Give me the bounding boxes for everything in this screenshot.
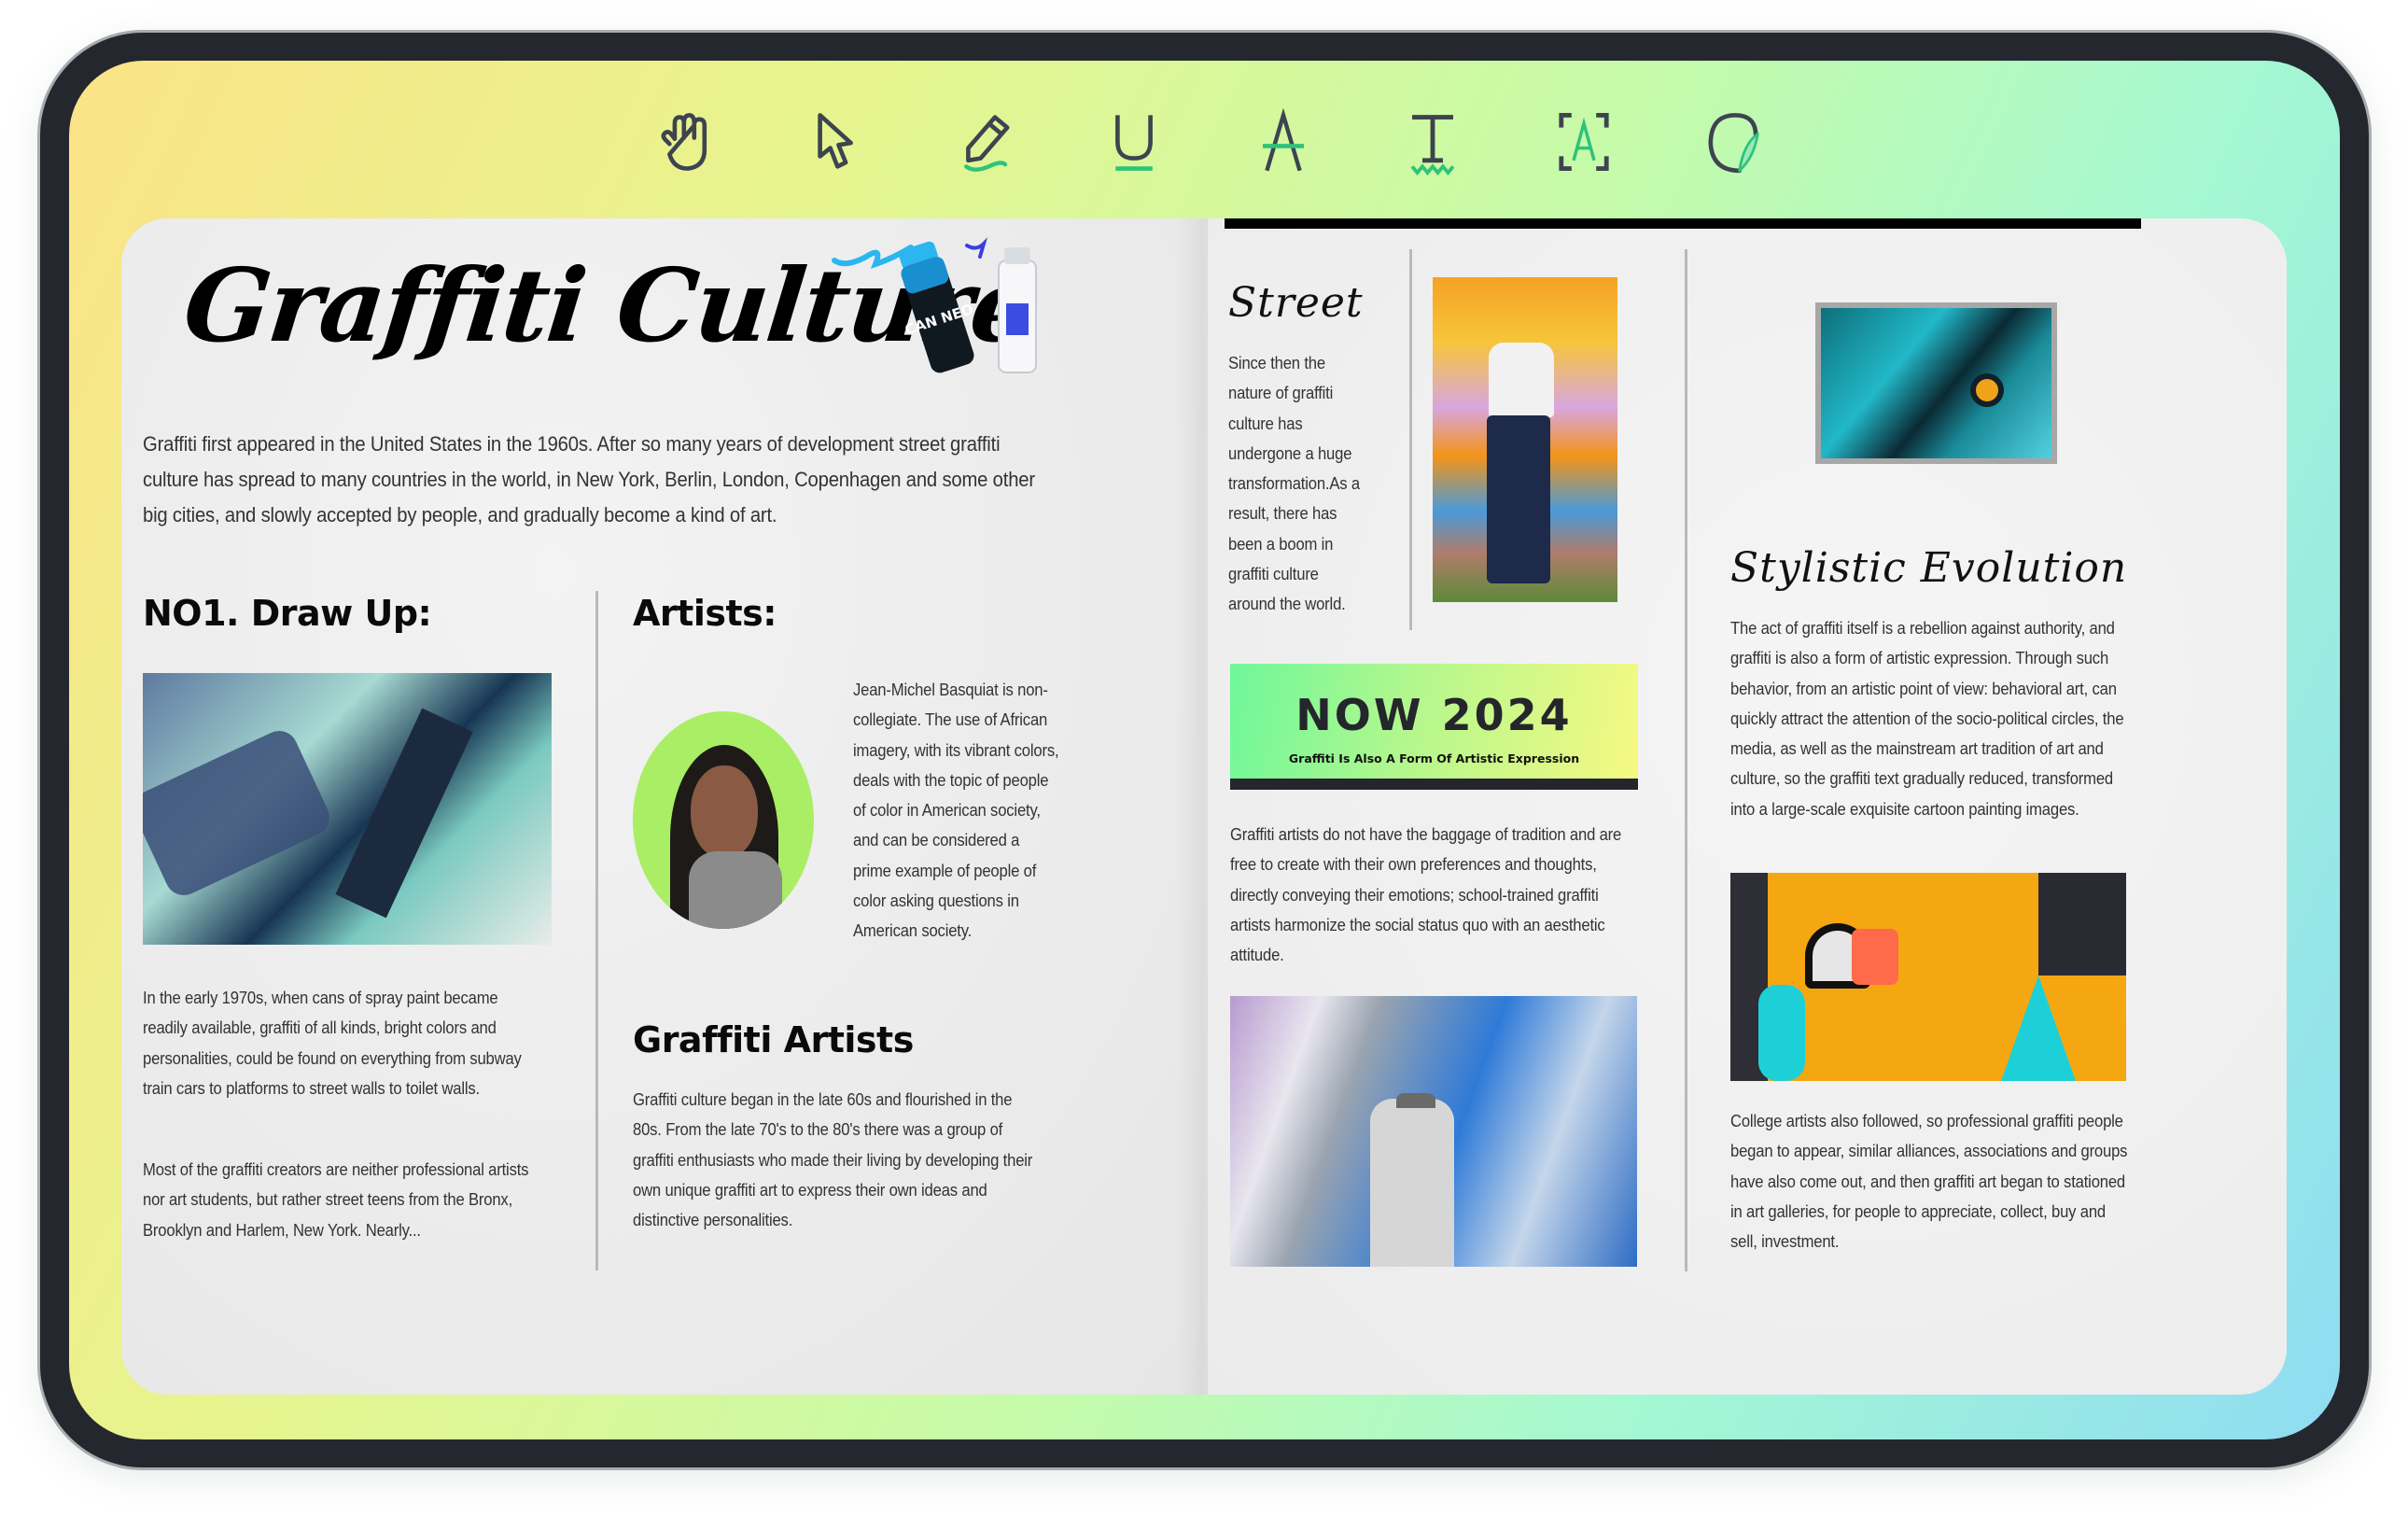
photo-cyan-nose xyxy=(1758,985,1805,1081)
hand-icon xyxy=(661,113,707,171)
signature-icon xyxy=(1708,113,1759,174)
artist-portrait xyxy=(633,711,814,929)
intro-paragraph: Graffiti first appeared in the United St… xyxy=(143,432,1035,526)
column-divider-2 xyxy=(1409,249,1412,630)
pencil-icon xyxy=(964,115,1010,172)
wall-painter-photo xyxy=(1230,996,1637,1267)
artists-heading: Artists: xyxy=(633,593,777,634)
spray-painting-photo xyxy=(143,673,552,945)
header-rule xyxy=(1225,218,2141,229)
tool-strikethrough[interactable] xyxy=(1246,105,1321,179)
tool-squiggly[interactable] xyxy=(1395,105,1470,179)
street-heading: Street xyxy=(1228,279,1364,327)
graffiti-artists-paragraph: Graffiti culture began in the late 60s a… xyxy=(633,1089,1033,1230)
street-paragraph: Since then the nature of graffiti cultur… xyxy=(1228,353,1360,614)
tool-ocr[interactable] xyxy=(1547,105,1621,179)
page-content: Graffiti Culture CAN NEO Graffiti first … xyxy=(121,218,2287,1395)
photo-right-band xyxy=(2038,873,2126,976)
tool-underline[interactable] xyxy=(1097,105,1171,179)
street-artist-photo xyxy=(1433,277,1617,602)
draw-up-heading: NO1. Draw Up: xyxy=(143,593,432,634)
cartoon-mural-photo xyxy=(1730,873,2126,1081)
photo-eye xyxy=(1970,373,2004,407)
photo-arm-shape xyxy=(143,724,336,902)
tool-signature[interactable] xyxy=(1696,105,1771,179)
column-divider xyxy=(595,591,598,1270)
draw-up-paragraph-1: In the early 1970s, when cans of spray p… xyxy=(143,988,522,1098)
photo-hoodie xyxy=(1370,1099,1454,1267)
cursor-icon xyxy=(818,113,853,169)
banner-title: NOW 2024 xyxy=(1295,690,1573,740)
draw-up-paragraph-2: Most of the graffiti creators are neithe… xyxy=(143,1159,529,1240)
whale-mural-photo xyxy=(1815,302,2057,464)
annotation-toolbar xyxy=(69,61,2340,224)
banner-subtitle: Graffiti Is Also A Form Of Artistic Expr… xyxy=(1288,751,1580,765)
portrait-face xyxy=(691,765,758,859)
column-divider-3 xyxy=(1685,249,1687,1271)
artists-freedom-paragraph: Graffiti artists do not have the baggage… xyxy=(1230,824,1622,965)
strikethrough-icon xyxy=(1263,107,1304,172)
tool-select[interactable] xyxy=(797,105,872,179)
text-squiggly-icon xyxy=(1410,115,1455,176)
document-spread: Graffiti Culture CAN NEO Graffiti first … xyxy=(121,218,2287,1395)
now-2024-banner: NOW 2024 Graffiti Is Also A Form Of Arti… xyxy=(1230,664,1638,790)
graffiti-artists-heading: Graffiti Artists xyxy=(633,1019,914,1060)
app-screen: Graffiti Culture CAN NEO Graffiti first … xyxy=(69,61,2340,1439)
ocr-icon xyxy=(1559,112,1609,172)
stylistic-paragraph: The act of graffiti itself is a rebellio… xyxy=(1730,618,2124,819)
tool-pencil[interactable] xyxy=(947,105,1022,179)
photo-cap xyxy=(1396,1093,1435,1108)
photo-stroke-shape xyxy=(335,708,473,919)
underline-icon xyxy=(1115,115,1153,171)
spray-can-illustration: CAN NEO xyxy=(832,237,1037,373)
photo-cyan-shape xyxy=(2001,976,2076,1081)
portrait-sweater xyxy=(689,851,782,929)
artist-bio: Jean-Michel Basquiat is non-collegiate. … xyxy=(853,680,1059,941)
photo-shirt xyxy=(1489,343,1554,417)
photo-jeans xyxy=(1487,415,1550,583)
tool-hand[interactable] xyxy=(649,105,723,179)
photo-red-shape xyxy=(1852,929,1898,985)
stylistic-heading: Stylistic Evolution xyxy=(1730,544,2128,592)
college-artists-paragraph: College artists also followed, so profes… xyxy=(1730,1111,2128,1252)
